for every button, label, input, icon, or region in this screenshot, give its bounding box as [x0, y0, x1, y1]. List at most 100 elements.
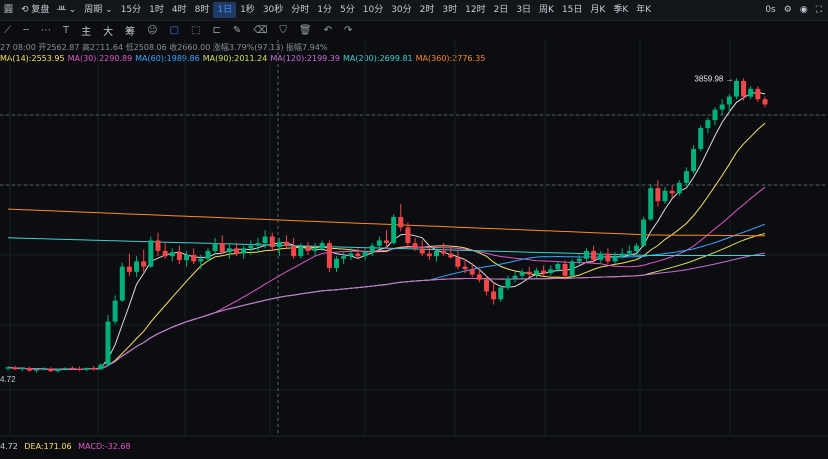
- emoji-icon[interactable]: ☺: [147, 25, 157, 36]
- trash-icon[interactable]: 🗑: [299, 25, 312, 36]
- period-label: 周期: [84, 5, 103, 15]
- period-option[interactable]: 4时: [168, 2, 191, 18]
- candle-body: [84, 367, 90, 370]
- candle-body: [112, 300, 118, 322]
- candle-body: [162, 250, 168, 257]
- candle-body: [62, 367, 68, 370]
- period-option[interactable]: 10分: [359, 2, 387, 18]
- candle-body: [348, 253, 354, 257]
- candle-body: [719, 104, 725, 110]
- period-option[interactable]: 15日: [558, 2, 586, 18]
- candle-body: [98, 364, 104, 370]
- redo-icon[interactable]: ↷: [344, 25, 352, 36]
- candle-body: [469, 269, 475, 275]
- period-option[interactable]: 30分: [387, 2, 415, 18]
- candle-body: [248, 245, 254, 249]
- ma90-line: [7, 233, 766, 370]
- candle-body: [755, 88, 761, 100]
- period-option[interactable]: 季K: [609, 2, 632, 18]
- settings-icon[interactable]: ⚙: [784, 5, 792, 15]
- candle-body: [219, 243, 225, 253]
- erase-tool-icon[interactable]: ⌫: [253, 25, 267, 36]
- line-tool-icon[interactable]: ⟋: [4, 25, 11, 36]
- expand-icon[interactable]: ⛶: [816, 5, 822, 15]
- period-option[interactable]: 30秒: [259, 2, 287, 18]
- candle-body: [498, 287, 504, 300]
- shape-tool-icon[interactable]: ⬚: [191, 25, 200, 36]
- candle-body: [448, 253, 454, 258]
- replay-button[interactable]: ⟲ 复盘: [17, 2, 53, 18]
- period-dropdown[interactable]: 周期 ⌄: [80, 2, 116, 18]
- candle-body: [662, 190, 668, 202]
- candle-body: [748, 88, 754, 97]
- candle-body: [212, 243, 218, 251]
- candle-body: [176, 252, 182, 261]
- camera-icon[interactable]: ◉: [800, 5, 808, 15]
- period-option[interactable]: 15分: [117, 2, 145, 18]
- candle-type-icon: ᚈ: [57, 5, 66, 15]
- period-option[interactable]: 年K: [632, 2, 655, 18]
- period-option[interactable]: 周K: [535, 2, 558, 18]
- period-option[interactable]: 分时: [287, 2, 313, 18]
- measure-tool-icon[interactable]: ⊏: [212, 25, 220, 36]
- candle-body: [226, 248, 232, 253]
- period-list: 15分 1时 4时 8时 1日 1秒 30秒 分时 1分 5分 10分 30分 2时 3时 12时 2日 3日周…: [117, 2, 655, 18]
- filter-tool-icon[interactable]: ⛉: [279, 25, 287, 36]
- period-option[interactable]: 5分: [336, 2, 359, 18]
- candle-body: [433, 250, 439, 257]
- candle-body: [569, 261, 575, 276]
- candle-body: [55, 369, 61, 372]
- candle-body: [148, 240, 154, 267]
- candle-body: [655, 188, 661, 202]
- horizontal-ray-icon[interactable]: ╌: [23, 25, 29, 36]
- candle-body: [555, 264, 561, 270]
- candle-body: [126, 266, 132, 272]
- candle-body: [48, 368, 54, 372]
- period-option[interactable]: 1时: [145, 2, 168, 18]
- period-option[interactable]: 1分: [313, 2, 336, 18]
- candle-body: [726, 96, 732, 105]
- candle-body: [205, 250, 211, 259]
- candle-body: [234, 248, 240, 254]
- macd-dea: DEA:171.06: [24, 442, 72, 451]
- candle-body: [533, 270, 539, 275]
- candle-body: [34, 369, 40, 371]
- period-option[interactable]: 月K: [586, 2, 609, 18]
- indicator-toggle[interactable]: 主: [81, 23, 91, 38]
- candle-body: [505, 278, 511, 288]
- period-option[interactable]: 3日: [512, 2, 535, 18]
- period-option[interactable]: 2时: [416, 2, 439, 18]
- period-option[interactable]: 3时: [438, 2, 461, 18]
- candle-body: [276, 241, 282, 247]
- candle-body: [384, 240, 389, 244]
- candlestick-chart[interactable]: 3859.98 → 4.72: [0, 40, 828, 440]
- indicator-toggle[interactable]: 筹: [125, 23, 135, 38]
- period-option[interactable]: 1秒: [236, 2, 259, 18]
- indicator-toggle[interactable]: 大: [103, 23, 113, 38]
- candle-body: [519, 271, 525, 276]
- period-option[interactable]: 2日: [490, 2, 513, 18]
- text-tool-icon[interactable]: T: [63, 25, 69, 36]
- undo-icon[interactable]: ↶: [324, 25, 332, 36]
- candle-body: [626, 250, 632, 254]
- candle-body: [512, 275, 518, 279]
- candle-body: [334, 258, 340, 268]
- chart-type-dropdown[interactable]: ᚈ ⌄: [53, 2, 80, 18]
- pen-tool-icon[interactable]: ✎: [233, 25, 241, 36]
- candle-body: [548, 269, 554, 274]
- candle-body: [155, 240, 161, 251]
- candle-body: [462, 266, 468, 270]
- period-option[interactable]: 12时: [461, 2, 489, 18]
- period-option[interactable]: 1日: [213, 2, 237, 18]
- candle-body: [683, 171, 689, 183]
- candle-body: [441, 250, 447, 254]
- candle-body: [412, 243, 418, 249]
- candle-body: [491, 291, 497, 300]
- dotted-line-icon[interactable]: ⋯: [41, 25, 51, 36]
- candle-body: [698, 128, 704, 149]
- price-axis-low-label: 4.72: [0, 375, 16, 384]
- period-option[interactable]: 8时: [191, 2, 214, 18]
- candle-body: [676, 182, 682, 194]
- select-tool-icon[interactable]: ▢: [170, 25, 179, 36]
- candle-body: [398, 216, 404, 228]
